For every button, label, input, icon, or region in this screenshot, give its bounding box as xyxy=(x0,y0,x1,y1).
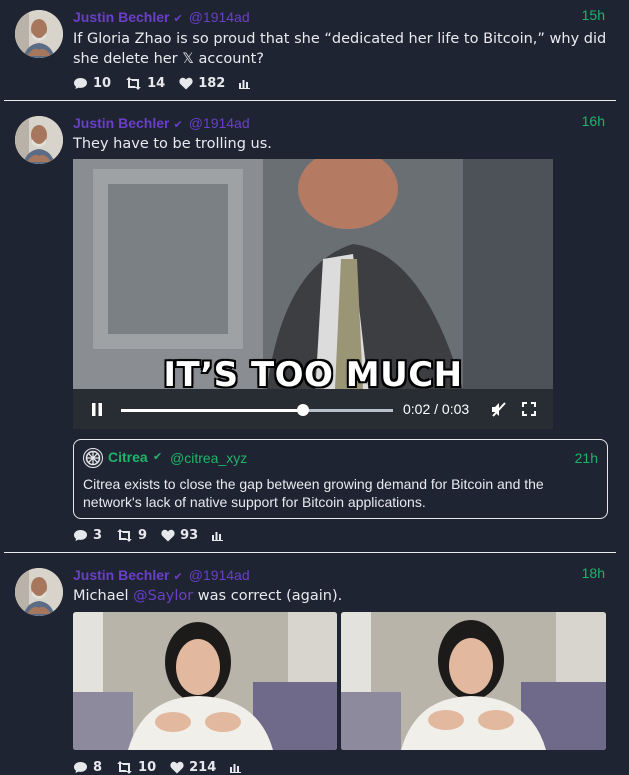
mention-link[interactable]: @Saylor xyxy=(133,588,193,604)
like-count: 93 xyxy=(180,527,199,543)
author-avatar[interactable] xyxy=(15,568,63,616)
author-name[interactable]: Justin Bechler xyxy=(73,9,169,25)
fullscreen-icon[interactable] xyxy=(522,402,536,416)
tweet-header: Justin Bechler ✔ @1914ad 15h xyxy=(73,7,605,25)
author-handle[interactable]: @1914ad xyxy=(189,9,250,25)
tweet-actions: 3 9 93 xyxy=(73,526,242,544)
comment-icon xyxy=(74,529,87,541)
tweet-image-2[interactable] xyxy=(341,612,606,750)
tweet-text-end: was correct (again). xyxy=(193,588,343,604)
quoted-tweet-time[interactable]: 21h xyxy=(575,450,598,466)
like-button[interactable]: 93 xyxy=(161,528,198,543)
woman-with-headphones-image xyxy=(341,612,606,750)
video-time: 0:02 / 0:03 xyxy=(403,401,470,417)
tweet-text: Michael @Saylor was correct (again). xyxy=(73,586,609,606)
woman-with-headphones-image xyxy=(73,612,337,750)
heart-icon xyxy=(161,529,175,541)
verified-icon: ✔ xyxy=(153,451,163,463)
verified-icon: ✔ xyxy=(173,12,183,25)
tweet-header: Justin Bechler ✔ @1914ad 18h xyxy=(73,565,605,583)
author-avatar[interactable] xyxy=(15,10,63,58)
heart-icon xyxy=(170,761,184,773)
verified-icon: ✔ xyxy=(173,570,183,583)
reply-count: 3 xyxy=(93,527,103,543)
retweet-button[interactable]: 9 xyxy=(116,528,147,543)
retweet-count: 10 xyxy=(138,759,157,775)
tweet-header: Justin Bechler ✔ @1914ad 16h xyxy=(73,113,605,131)
retweet-icon xyxy=(126,76,141,90)
comment-icon xyxy=(74,77,87,89)
tweet-image-1[interactable] xyxy=(73,612,337,750)
verified-icon: ✔ xyxy=(173,118,183,131)
quoted-author-handle[interactable]: @citrea_xyz xyxy=(170,450,247,466)
author-avatar[interactable] xyxy=(15,116,63,164)
like-count: 182 xyxy=(198,75,226,91)
reply-count: 8 xyxy=(93,759,103,775)
retweet-icon xyxy=(117,528,132,542)
tweet-time[interactable]: 18h xyxy=(582,565,605,581)
author-handle[interactable]: @1914ad xyxy=(189,115,250,131)
author-handle[interactable]: @1914ad xyxy=(189,567,250,583)
tweet-1[interactable]: Justin Bechler ✔ @1914ad 15h If Gloria Zha… xyxy=(0,0,629,100)
author-name[interactable]: Justin Bechler xyxy=(73,115,169,131)
mute-icon[interactable] xyxy=(491,402,507,417)
tweet-actions: 10 14 182 xyxy=(73,74,269,92)
video-progress-bar[interactable] xyxy=(121,404,393,416)
tweet-time[interactable]: 15h xyxy=(582,7,605,23)
retweet-button[interactable]: 14 xyxy=(125,76,165,91)
like-button[interactable]: 214 xyxy=(170,760,216,775)
reply-button[interactable]: 8 xyxy=(73,760,102,775)
video-player[interactable]: IT’S TOO MUCH 0:02 / 0:03 xyxy=(73,159,553,429)
comment-icon xyxy=(74,761,87,773)
stats-button[interactable] xyxy=(239,78,255,89)
tweet-text: They have to be trolling us. xyxy=(73,136,272,152)
like-button[interactable]: 182 xyxy=(179,76,225,91)
retweet-button[interactable]: 10 xyxy=(116,760,156,775)
reply-button[interactable]: 10 xyxy=(73,76,111,91)
stats-icon xyxy=(230,763,242,773)
author-name[interactable]: Justin Bechler xyxy=(73,567,169,583)
video-progress-fill xyxy=(121,409,304,412)
timeline-feed: Justin Bechler ✔ @1914ad 15h If Gloria Zha… xyxy=(0,0,629,775)
reply-button[interactable]: 3 xyxy=(73,528,102,543)
quoted-author-name[interactable]: Citrea xyxy=(108,449,148,465)
stats-icon xyxy=(239,79,251,89)
tweet-text: If Gloria Zhao is so proud that she “ded… xyxy=(73,31,607,67)
stats-button[interactable] xyxy=(212,530,228,541)
retweet-count: 9 xyxy=(138,527,148,543)
quoted-tweet-text: Citrea exists to close the gap between g… xyxy=(83,476,544,510)
retweet-count: 14 xyxy=(147,75,166,91)
video-controls: 0:02 / 0:03 xyxy=(73,389,553,429)
video-progress-handle[interactable] xyxy=(297,404,310,416)
like-count: 214 xyxy=(189,759,217,775)
reply-count: 10 xyxy=(93,75,112,91)
stats-button[interactable] xyxy=(230,762,246,773)
heart-icon xyxy=(179,77,193,89)
quoted-tweet[interactable]: Citrea ✔ @citrea_xyz 21h Citrea exists t… xyxy=(73,439,608,519)
tweet-text-start: Michael xyxy=(73,588,134,604)
tweet-time[interactable]: 16h xyxy=(582,113,605,129)
citrea-logo-icon xyxy=(83,448,103,468)
pause-icon[interactable] xyxy=(91,403,103,416)
stats-icon xyxy=(212,531,224,541)
retweet-icon xyxy=(117,760,132,774)
tweet-actions: 8 10 214 xyxy=(73,758,260,775)
